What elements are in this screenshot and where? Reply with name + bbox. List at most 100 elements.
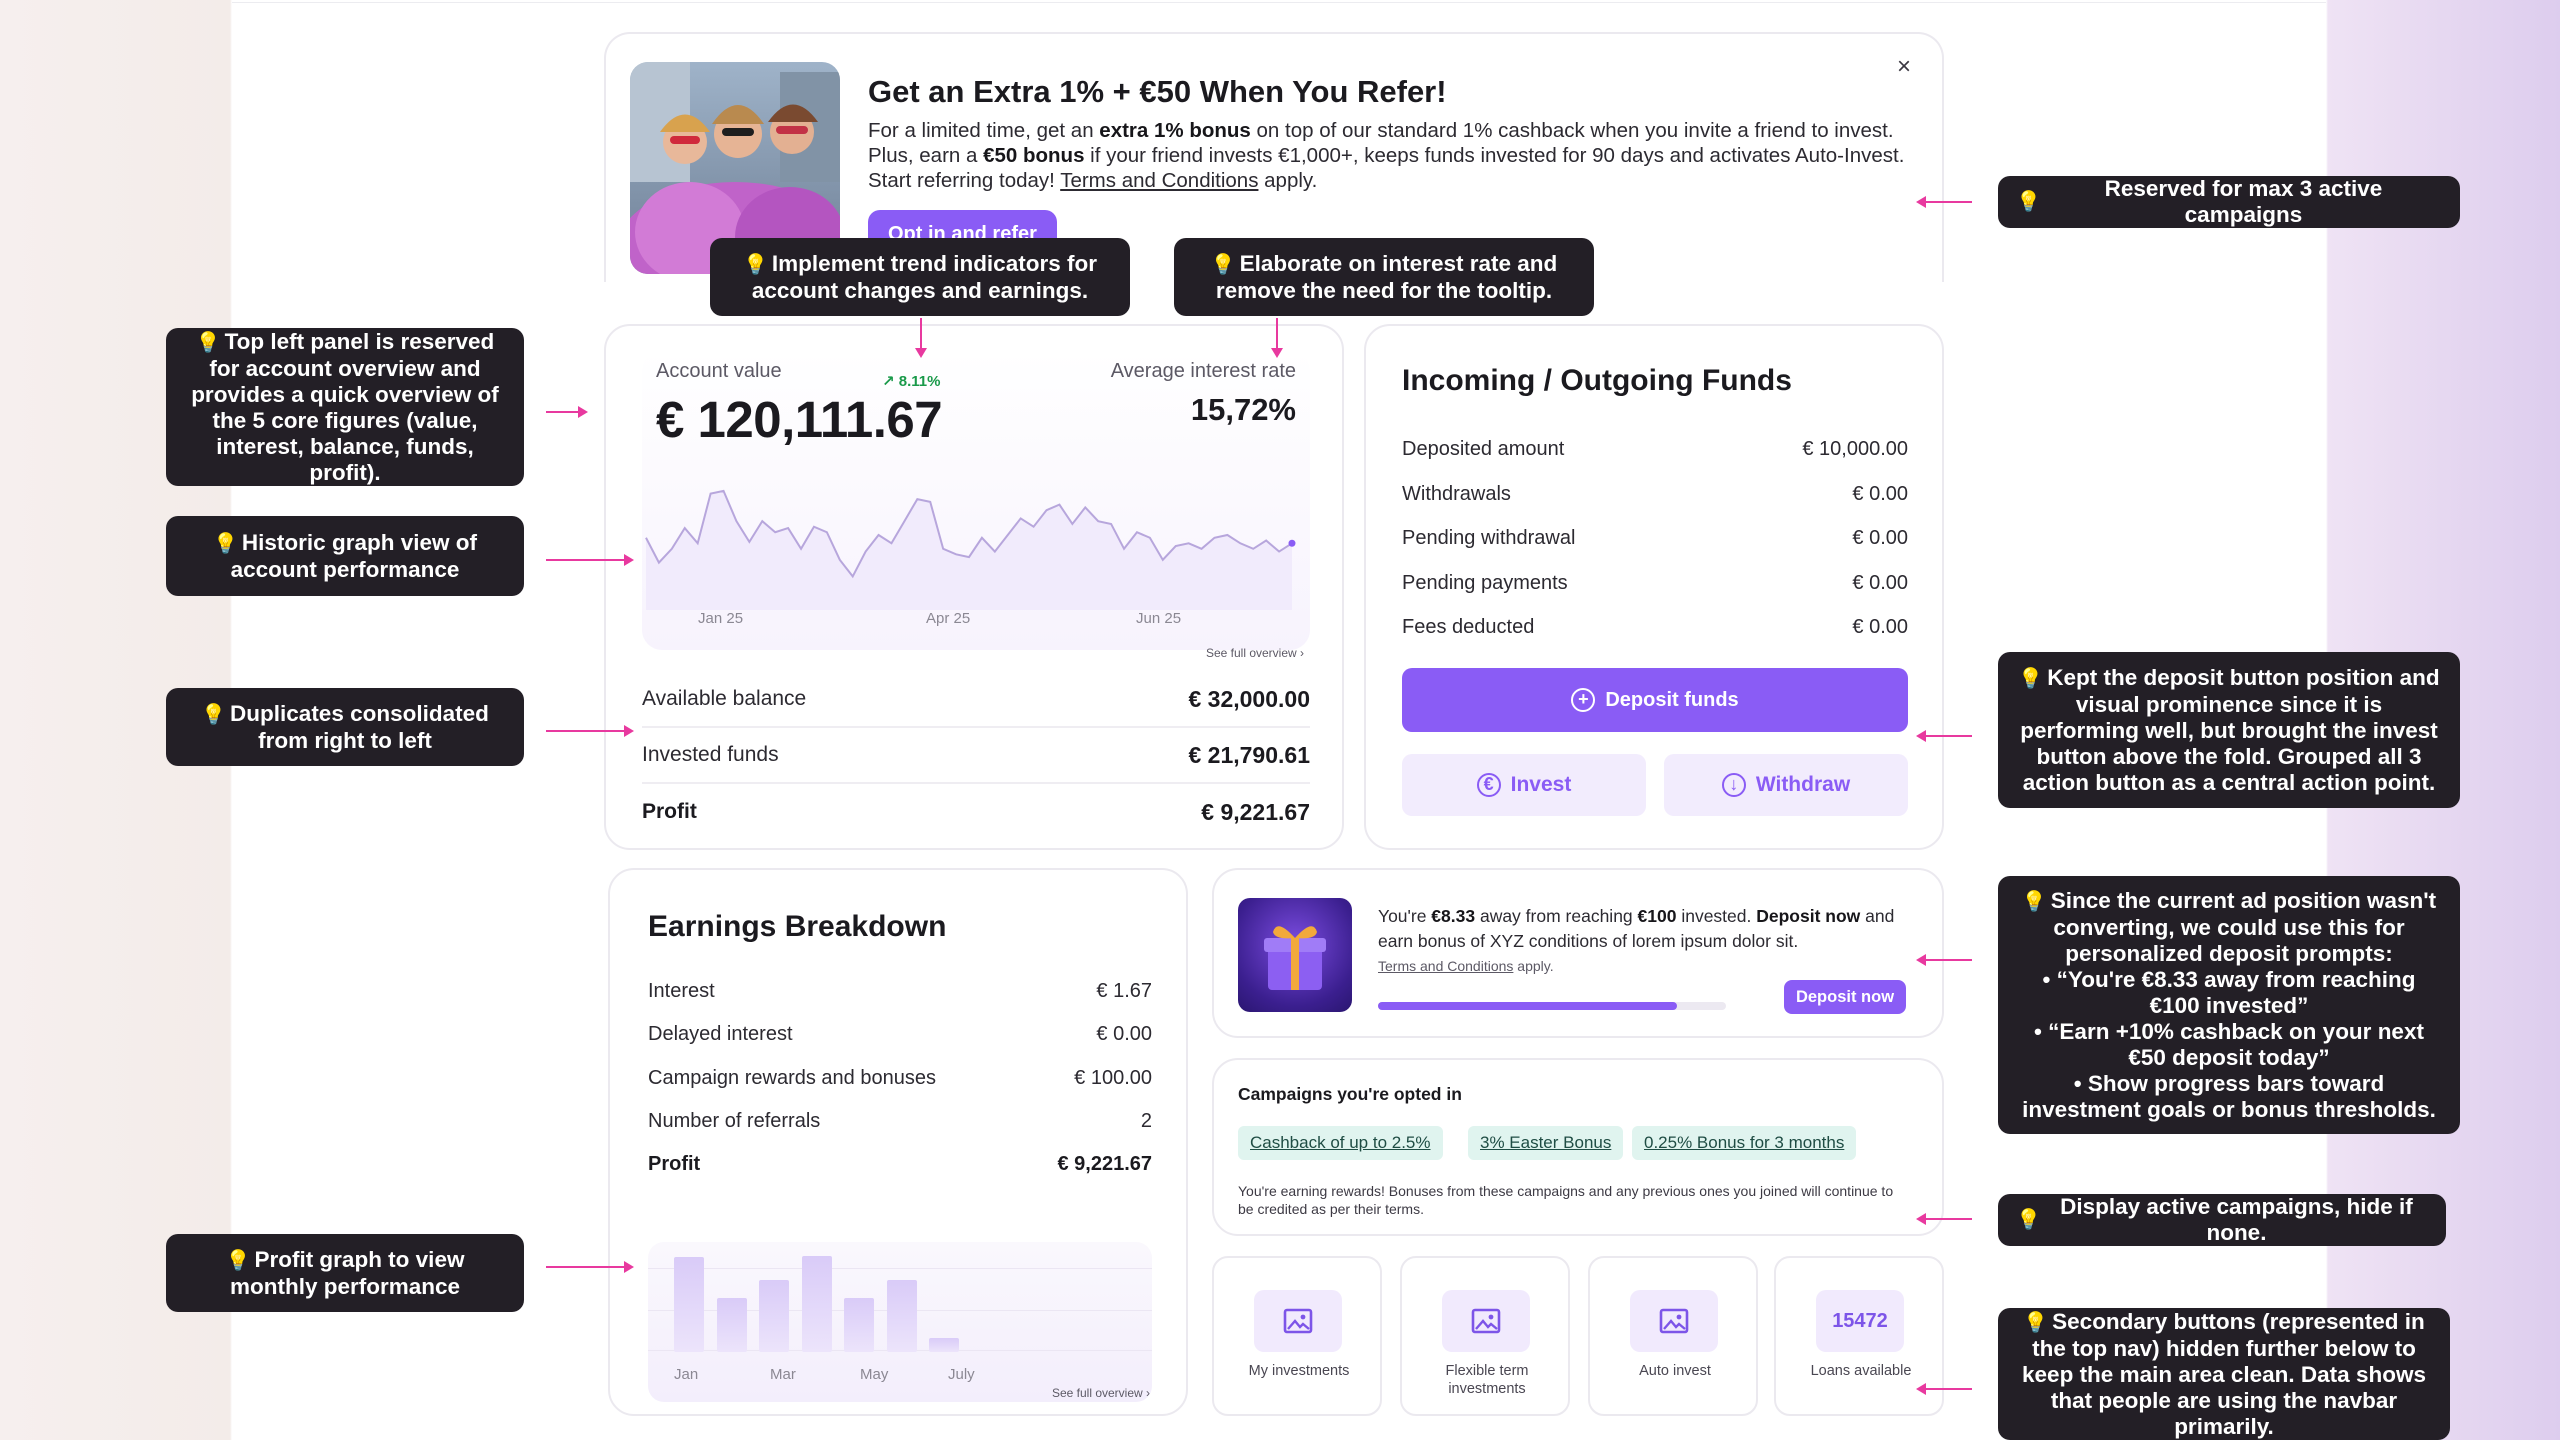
terms-link[interactable]: Terms and Conditions <box>1378 958 1513 974</box>
delayed-interest-row: Delayed interest € 0.00 <box>648 1023 1152 1046</box>
row-label: Pending payments <box>1402 572 1568 594</box>
bar-jan <box>674 1257 704 1352</box>
bar-feb <box>716 1298 747 1352</box>
x-tick-label: May <box>860 1366 889 1383</box>
plus-circle-icon: + <box>1571 688 1596 712</box>
funds-title: Incoming / Outgoing Funds <box>1402 364 1792 397</box>
deposit-now-button[interactable]: Deposit now <box>1784 980 1906 1014</box>
interest-rate-label: Average interest rate <box>1110 360 1296 382</box>
progress-bar <box>1378 1002 1726 1010</box>
see-full-overview-link[interactable]: See full overview › <box>1052 1386 1150 1400</box>
row-label: Interest <box>648 980 715 1002</box>
note-top-left-panel: 💡 Top left panel is reserved for account … <box>166 328 524 486</box>
row-label: Invested funds <box>642 743 779 766</box>
row-label: Profit <box>642 800 697 823</box>
top-divider <box>232 2 2326 3</box>
profit-bar-chart: Jan Mar May July See full overview › <box>648 1242 1152 1402</box>
annotation-arrow <box>1916 196 1972 208</box>
bar-july <box>929 1338 959 1352</box>
bulb-icon: 💡 <box>213 532 238 555</box>
note-interest-rate: 💡 Elaborate on interest rate and remove t… <box>1174 238 1594 316</box>
campaigns-title: Campaigns you're opted in <box>1238 1084 1462 1104</box>
x-tick-label: July <box>948 1366 975 1383</box>
row-value: 2 <box>1140 1110 1152 1132</box>
x-tick-label: Jan <box>674 1366 699 1383</box>
tile-my-investments[interactable]: My investments <box>1212 1256 1382 1416</box>
note-secondary-buttons: 💡 Secondary buttons (represented in the t… <box>1998 1308 2450 1440</box>
image-icon <box>1442 1290 1530 1352</box>
annotation-arrow <box>1916 1213 1972 1225</box>
button-label: Deposit funds <box>1605 688 1739 711</box>
account-summary-panel: Account value € 120,111.67 ↗ 8.11% Avera… <box>642 350 1310 660</box>
note-historic-graph: 💡 Historic graph view of account performa… <box>166 516 524 596</box>
referrals-row: Number of referrals 2 <box>648 1110 1152 1133</box>
note-trend-indicators: 💡 Implement trend indicators for account … <box>710 238 1130 316</box>
row-value: € 10,000.00 <box>1802 438 1908 460</box>
invest-button[interactable]: € Invest <box>1402 754 1646 816</box>
account-value-label: Account value <box>656 360 782 382</box>
annotation-arrow <box>1916 1383 1972 1395</box>
bulb-icon: 💡 <box>195 331 221 354</box>
terms-link[interactable]: Terms and Conditions <box>1060 169 1258 192</box>
tile-flexible-term[interactable]: Flexible term investments <box>1400 1256 1570 1416</box>
button-label: Invest <box>1510 773 1572 796</box>
deposited-amount-row: Deposited amount € 10,000.00 <box>1402 438 1908 461</box>
progress-fill <box>1378 1002 1678 1010</box>
campaign-chip[interactable]: 3% Easter Bonus <box>1468 1126 1624 1160</box>
image-icon <box>1254 1290 1342 1352</box>
annotation-arrow <box>546 1261 634 1273</box>
promo-body: For a limited time, get an extra 1% bonu… <box>868 119 1905 192</box>
bar-apr <box>801 1256 832 1352</box>
funds-card: Incoming / Outgoing Funds Deposited amou… <box>1364 324 1944 850</box>
account-value: € 120,111.67 <box>656 391 943 448</box>
row-label: Delayed interest <box>648 1023 793 1045</box>
row-label: Fees deducted <box>1402 616 1535 638</box>
euro-circle-icon: € <box>1476 773 1501 797</box>
withdrawals-row: Withdrawals € 0.00 <box>1402 483 1908 506</box>
row-value: € 0.00 <box>1852 483 1908 505</box>
bulb-icon: 💡 <box>743 253 768 276</box>
annotation-arrow <box>546 406 588 418</box>
see-full-overview-link[interactable]: See full overview › <box>1206 646 1304 660</box>
row-value: € 0.00 <box>1096 1023 1152 1045</box>
account-history-chart <box>645 489 1296 610</box>
tile-auto-invest[interactable]: Auto invest <box>1588 1256 1758 1416</box>
row-label: Deposited amount <box>1402 438 1565 460</box>
deposit-prompt-text: You're €8.33 away from reaching €100 inv… <box>1378 906 1895 951</box>
note-campaigns-reserved: 💡 Reserved for max 3 active campaigns <box>1998 176 2460 228</box>
promo-title: Get an Extra 1% + €50 When You Refer! <box>868 74 1447 109</box>
gift-icon <box>1238 898 1352 1012</box>
x-tick-label: Apr 25 <box>926 610 971 627</box>
tile-label: My investments <box>1248 1363 1350 1379</box>
row-value: € 21,790.61 <box>1188 741 1310 768</box>
note-duplicates: 💡 Duplicates consolidated from right to l… <box>166 688 524 766</box>
bulb-icon: 💡 <box>225 1249 251 1272</box>
pending-withdrawal-row: Pending withdrawal € 0.00 <box>1402 527 1908 550</box>
row-value: € 32,000.00 <box>1188 685 1310 712</box>
interest-rate-value: 15,72% <box>1190 392 1296 427</box>
note-ad-position: 💡 Since the current ad position wasn't co… <box>1998 876 2460 1134</box>
pending-payments-row: Pending payments € 0.00 <box>1402 572 1908 595</box>
row-value: € 0.00 <box>1852 572 1908 594</box>
x-tick-label: Jan 25 <box>698 610 744 627</box>
bulb-icon: 💡 <box>2016 1209 2041 1231</box>
close-icon[interactable]: × <box>1888 52 1920 84</box>
note-profit-graph: 💡 Profit graph to view monthly performanc… <box>166 1234 524 1312</box>
active-campaigns-card: Campaigns you're opted in Cashback of up… <box>1212 1058 1944 1236</box>
campaign-chip[interactable]: 0.25% Bonus for 3 months <box>1632 1126 1857 1160</box>
annotation-arrow <box>1271 318 1283 358</box>
annotation-arrow <box>1916 954 1972 966</box>
row-value: € 0.00 <box>1852 616 1908 638</box>
earnings-profit-row: Profit € 9,221.67 <box>648 1153 1152 1176</box>
deposit-funds-button[interactable]: + Deposit funds <box>1402 668 1908 732</box>
note-deposit-button: 💡 Kept the deposit button position and vi… <box>1998 652 2460 808</box>
x-tick-label: Mar <box>770 1366 796 1383</box>
earnings-title: Earnings Breakdown <box>648 910 947 943</box>
withdraw-button[interactable]: ↓ Withdraw <box>1664 754 1908 816</box>
invested-funds-row: Invested funds € 21,790.61 <box>642 728 1310 784</box>
campaign-chip[interactable]: Cashback of up to 2.5% <box>1238 1126 1443 1160</box>
bulb-icon: 💡 <box>2023 1311 2049 1334</box>
x-tick-label: Jun 25 <box>1136 610 1182 627</box>
row-value: € 100.00 <box>1074 1067 1152 1089</box>
button-label: Withdraw <box>1755 773 1851 796</box>
